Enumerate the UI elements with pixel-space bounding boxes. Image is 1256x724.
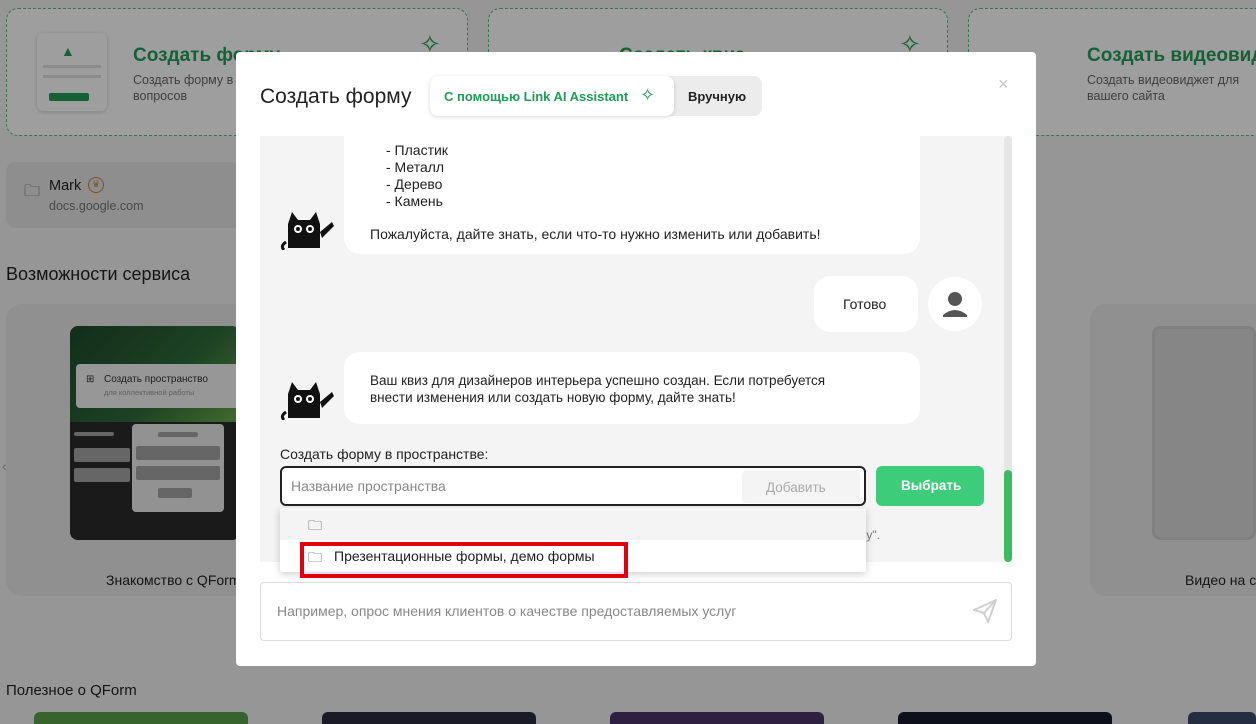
user-message: Готово (814, 276, 918, 332)
bot-message-line: Ваш квиз для дизайнеров интерьера успешн… (370, 373, 826, 388)
bot-message-line: - Дерево (386, 176, 443, 192)
chat-scrollbar-thumb[interactable] (1004, 470, 1012, 562)
bot-message: Ваш квиз для дизайнеров интерьера успешн… (344, 352, 920, 424)
cat-bot-avatar-icon (280, 382, 334, 420)
close-icon[interactable]: × (998, 74, 1009, 95)
add-space-label: Добавить (766, 480, 826, 495)
prompt-input[interactable]: Например, опрос мнения клиентов о качест… (260, 582, 1012, 641)
prompt-placeholder: Например, опрос мнения клиентов о качест… (277, 603, 737, 619)
mode-manual-label: Вручную (688, 89, 747, 104)
bot-message-line: - Пластик (386, 142, 448, 158)
modal-title: Создать форму (260, 85, 412, 108)
mode-manual-tab[interactable]: Вручную (674, 76, 762, 116)
cat-bot-avatar-icon (280, 212, 334, 250)
folder-icon: 🗀 (308, 517, 322, 533)
mode-ai-label: С помощью Link AI Assistant (444, 89, 629, 104)
bot-message-line: - Камень (386, 193, 443, 209)
space-label: Создать форму в пространстве: (280, 446, 489, 462)
mode-switch: С помощью Link AI Assistant ✧ Вручную (430, 76, 762, 116)
user-avatar-icon (928, 277, 982, 331)
send-icon[interactable] (971, 597, 999, 625)
space-dropdown: 🗀 🗀 Презентационные формы, демо формы (280, 508, 866, 578)
user-message-text: Готово (843, 296, 887, 312)
create-form-modal: Создать форму С помощью Link AI Assistan… (236, 52, 1036, 666)
select-button[interactable]: Выбрать (876, 466, 984, 506)
dropdown-item[interactable]: 🗀 (280, 508, 866, 540)
highlight-box (300, 542, 628, 578)
select-button-label: Выбрать (901, 478, 962, 493)
bot-message-line: внести изменения или создать новую форму… (370, 390, 736, 405)
space-input-placeholder: Название пространства (291, 478, 446, 494)
sparkle-icon: ✧ (640, 85, 656, 105)
mode-ai-tab[interactable]: С помощью Link AI Assistant ✧ (430, 76, 674, 116)
space-name-input[interactable]: Название пространства Добавить (280, 466, 866, 506)
bot-message-line: Пожалуйста, дайте знать, если что-то нуж… (370, 226, 821, 242)
bot-message-line: - Металл (386, 159, 445, 175)
add-space-button[interactable]: Добавить (742, 471, 860, 503)
bot-message: - Пластик - Металл - Дерево - Камень Пож… (344, 136, 920, 254)
